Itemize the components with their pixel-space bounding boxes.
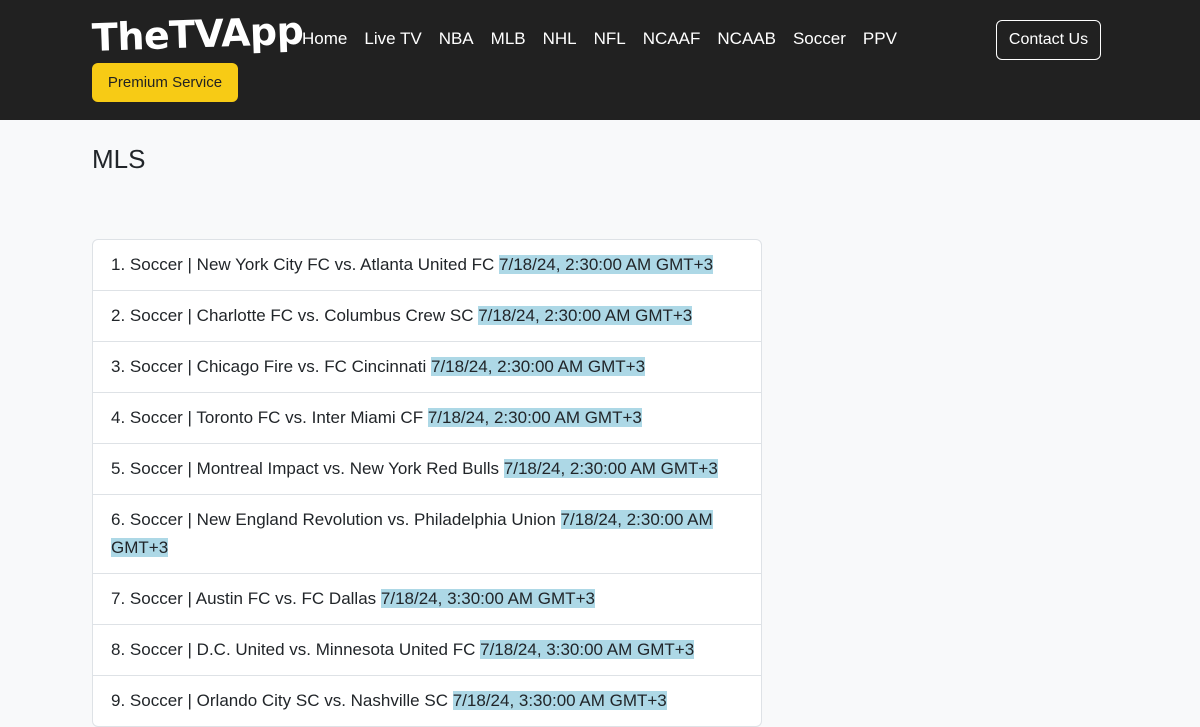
event-time: 7/18/24, 3:30:00 AM GMT+3 — [452, 691, 667, 710]
event-time: 7/18/24, 3:30:00 AM GMT+3 — [380, 589, 595, 608]
event-item[interactable]: 1. Soccer | New York City FC vs. Atlanta… — [93, 240, 761, 291]
nav-mlb[interactable]: MLB — [491, 28, 526, 50]
premium-service-button[interactable]: Premium Service — [92, 63, 238, 102]
event-item[interactable]: 3. Soccer | Chicago Fire vs. FC Cincinna… — [93, 342, 761, 393]
event-label: 4. Soccer | Toronto FC vs. Inter Miami C… — [111, 408, 424, 427]
event-label: 2. Soccer | Charlotte FC vs. Columbus Cr… — [111, 306, 474, 325]
event-item[interactable]: 2. Soccer | Charlotte FC vs. Columbus Cr… — [93, 291, 761, 342]
event-list: 1. Soccer | New York City FC vs. Atlanta… — [92, 239, 762, 727]
nav-ncaab[interactable]: NCAAB — [717, 28, 776, 50]
event-label: 1. Soccer | New York City FC vs. Atlanta… — [111, 255, 495, 274]
event-label: 7. Soccer | Austin FC vs. FC Dallas — [111, 589, 377, 608]
event-label: 9. Soccer | Orlando City SC vs. Nashvill… — [111, 691, 448, 710]
event-label: 5. Soccer | Montreal Impact vs. New York… — [111, 459, 500, 478]
site-logo[interactable]: TheTVApp — [91, 7, 304, 62]
event-time: 7/18/24, 2:30:00 AM GMT+3 — [427, 408, 642, 427]
event-item[interactable]: 7. Soccer | Austin FC vs. FC Dallas 7/18… — [93, 574, 761, 625]
page-title: MLS — [92, 144, 146, 174]
event-label: 8. Soccer | D.C. United vs. Minnesota Un… — [111, 640, 476, 659]
event-item[interactable]: 4. Soccer | Toronto FC vs. Inter Miami C… — [93, 393, 761, 444]
event-time: 7/18/24, 2:30:00 AM GMT+3 — [430, 357, 646, 376]
contact-us-button[interactable]: Contact Us — [996, 20, 1101, 60]
event-time: 7/18/24, 3:30:00 AM GMT+3 — [480, 640, 695, 659]
event-item[interactable]: 8. Soccer | D.C. United vs. Minnesota Un… — [93, 625, 761, 676]
nav-ppv[interactable]: PPV — [863, 28, 897, 50]
event-time: 7/18/24, 2:30:00 AM GMT+3 — [478, 306, 693, 325]
nav-home[interactable]: Home — [302, 28, 347, 50]
event-time: 7/18/24, 2:30:00 AM GMT+3 — [503, 459, 718, 478]
event-label: 3. Soccer | Chicago Fire vs. FC Cincinna… — [111, 357, 427, 376]
event-item[interactable]: 6. Soccer | New England Revolution vs. P… — [93, 495, 761, 574]
event-time: 7/18/24, 2:30:00 AM GMT+3 — [499, 255, 714, 274]
top-navbar: TheTVApp Premium Service Home Live TV NB… — [0, 0, 1200, 120]
event-label: 6. Soccer | New England Revolution vs. P… — [111, 510, 556, 529]
event-item[interactable]: 5. Soccer | Montreal Impact vs. New York… — [93, 444, 761, 495]
nav-nfl[interactable]: NFL — [594, 28, 626, 50]
nav-nhl[interactable]: NHL — [543, 28, 577, 50]
nav-ncaaf[interactable]: NCAAF — [643, 28, 701, 50]
nav-soccer[interactable]: Soccer — [793, 28, 846, 50]
nav-live-tv[interactable]: Live TV — [364, 28, 421, 50]
nav-nba[interactable]: NBA — [439, 28, 474, 50]
main-nav: Home Live TV NBA MLB NHL NFL NCAAF NCAAB… — [302, 28, 897, 50]
